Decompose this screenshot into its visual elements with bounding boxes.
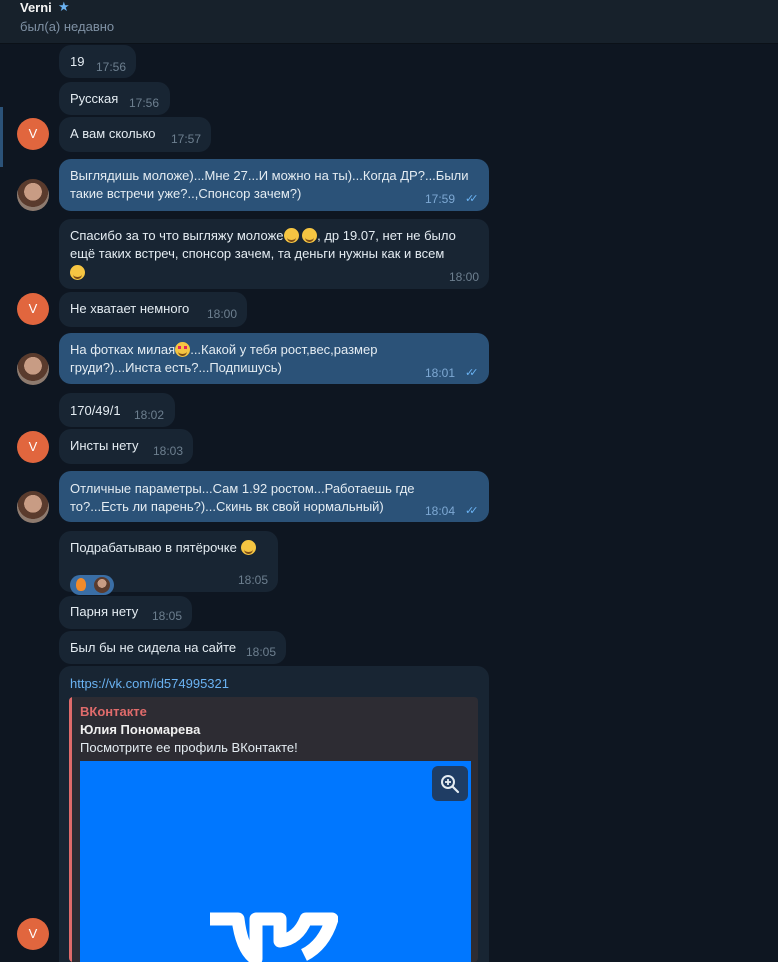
message-time: 18:04	[425, 504, 456, 518]
message-bubble[interactable]: 170/49/1 18:02	[59, 393, 175, 427]
contact-avatar[interactable]: V	[17, 918, 49, 950]
message-text-line	[70, 264, 85, 282]
user-avatar[interactable]	[17, 491, 49, 523]
profile-link[interactable]: https://vk.com/id574995321	[70, 676, 229, 691]
message-time: 17:57	[171, 132, 202, 146]
message-time: 17:56	[96, 60, 127, 74]
message-text: ...Какой у тебя рост,вес,размер	[190, 342, 378, 357]
selection-indicator	[0, 107, 3, 167]
message-time: 17:59	[425, 192, 456, 206]
message-bubble[interactable]: Инсты нету 18:03	[59, 429, 193, 464]
message-text: Русская	[70, 91, 119, 106]
zoom-in-button[interactable]	[432, 766, 468, 801]
preview-description: Посмотрите ее профиль ВКонтакте!	[80, 740, 298, 755]
message-bubble[interactable]: Подрабатываю в пятёрочке 18:05	[59, 531, 278, 595]
link-preview[interactable]: ВКонтакте Юлия Пономарева Посмотрите ее …	[69, 697, 478, 962]
message-time: 18:01	[425, 366, 456, 380]
message-text-line: Отличные параметры...Сам 1.92 ростом...Р…	[70, 481, 415, 496]
heart-eyes-emoji-icon	[175, 342, 191, 357]
link-message-bubble[interactable]: https://vk.com/id574995321 ВКонтакте Юли…	[59, 666, 489, 962]
message-bubble[interactable]: На фотках милая ...Какой у тебя рост,вес,…	[59, 333, 489, 384]
reactions[interactable]	[70, 575, 114, 595]
message-text: Был бы не сидела на сайте	[70, 640, 237, 655]
message-text: Подрабатываю в пятёрочке	[70, 540, 237, 555]
message-bubble[interactable]: Русская 17:56	[59, 82, 170, 115]
preview-site-name: ВКонтакте	[80, 704, 147, 719]
message-text: 19	[70, 54, 85, 69]
contact-status: был(а) недавно	[20, 19, 115, 34]
message-text: Не хватает немного	[70, 301, 190, 316]
message-time: 17:56	[129, 96, 160, 110]
message-time: 18:05	[238, 573, 269, 587]
message-text-line: груди?)...Инста есть?...Подпишусь)	[70, 360, 282, 375]
message-bubble[interactable]: Спасибо за то что выгляжу моложе , др 19…	[59, 219, 489, 289]
contact-avatar[interactable]: V	[17, 118, 49, 150]
message-text-line: ещё таких встреч, спонсор зачем, та день…	[70, 246, 445, 261]
smile-emoji-icon	[70, 265, 85, 280]
message-bubble[interactable]: Был бы не сидела на сайте 18:05	[59, 631, 286, 664]
message-text-line: Выглядишь моложе)...Мне 27...И можно на …	[70, 168, 469, 183]
smile-emoji-icon	[240, 540, 256, 555]
read-checkmarks-icon: ✓✓	[465, 193, 479, 205]
message-text: А вам сколько	[70, 126, 156, 141]
user-avatar[interactable]	[17, 179, 49, 211]
message-bubble[interactable]: Не хватает немного 18:00	[59, 292, 247, 327]
preview-title: Юлия Пономарева	[80, 722, 201, 737]
preview-image[interactable]	[80, 761, 471, 962]
contact-avatar[interactable]: V	[17, 431, 49, 463]
message-time: 18:05	[152, 609, 183, 623]
message-text: Спасибо за то что выгляжу моложе	[70, 228, 284, 243]
message-text-line: Подрабатываю в пятёрочке	[70, 539, 256, 557]
zoom-icon	[441, 775, 460, 794]
grin-emoji-icon	[302, 228, 318, 243]
message-bubble[interactable]: Парня нету 18:05	[59, 596, 192, 629]
message-bubble[interactable]: А вам сколько 17:57	[59, 117, 211, 152]
message-text: На фотках милая	[70, 342, 176, 357]
message-bubble[interactable]: Выглядишь моложе)...Мне 27...И можно на …	[59, 159, 489, 211]
preview-accent-bar	[69, 697, 72, 962]
fire-reaction-icon	[76, 578, 86, 591]
message-time: 18:00	[207, 307, 238, 321]
contact-name[interactable]: Verni	[20, 0, 52, 15]
message-time: 18:05	[246, 645, 277, 659]
message-text-line: Спасибо за то что выгляжу моложе , др 19…	[70, 227, 456, 245]
contact-avatar[interactable]: V	[17, 293, 49, 325]
message-text: Инсты нету	[70, 438, 139, 453]
message-text: 170/49/1	[70, 403, 121, 418]
message-text: Парня нету	[70, 604, 139, 619]
chat-header[interactable]: Verni ★ был(а) недавно	[0, 0, 778, 44]
message-bubble[interactable]: Отличные параметры...Сам 1.92 ростом...Р…	[59, 471, 489, 522]
message-text-line: то?...Есть ли парень?)...Скинь вк свой н…	[70, 499, 384, 514]
read-checkmarks-icon: ✓✓	[465, 367, 479, 379]
smile-emoji-icon	[283, 228, 299, 243]
message-time: 18:00	[449, 270, 480, 284]
message-text-line: На фотках милая ...Какой у тебя рост,вес,…	[70, 341, 377, 359]
message-text: , др 19.07, нет не было	[317, 228, 456, 243]
message-bubble[interactable]: 19 17:56	[59, 45, 136, 78]
star-icon: ★	[58, 0, 70, 14]
message-time: 18:03	[153, 444, 184, 458]
user-avatar[interactable]	[17, 353, 49, 385]
read-checkmarks-icon: ✓✓	[465, 505, 479, 517]
message-time: 18:02	[134, 408, 165, 422]
vk-logo-icon	[210, 912, 338, 962]
message-text-line: такие встречи уже?..,Спонсор зачем?)	[70, 186, 302, 201]
reactor-avatar	[94, 577, 110, 593]
